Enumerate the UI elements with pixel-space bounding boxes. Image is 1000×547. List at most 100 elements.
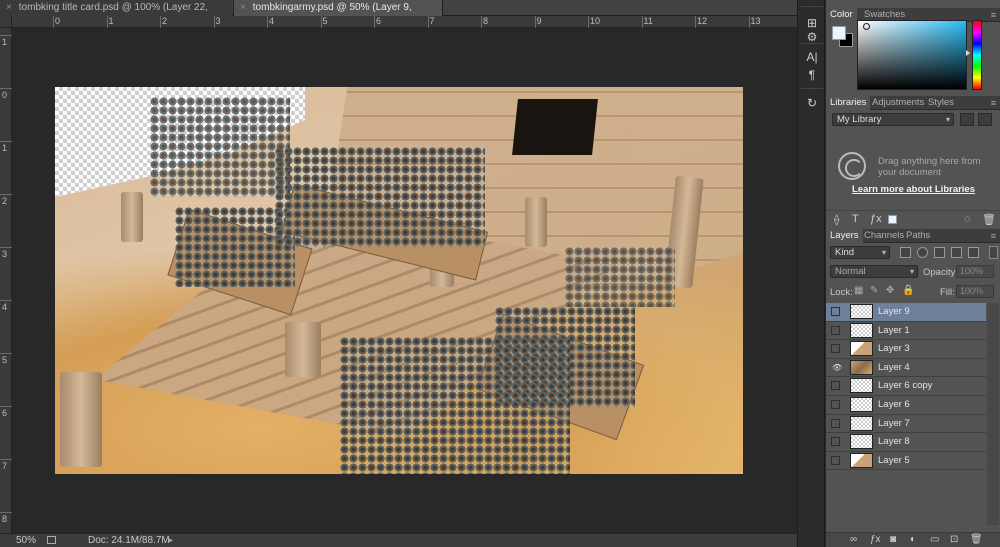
layer-name[interactable]: Layer 4	[878, 362, 910, 373]
layer-thumbnail[interactable]	[850, 415, 873, 431]
layer-thumbnail[interactable]	[850, 434, 873, 450]
layer-row[interactable]: Layer 8	[826, 433, 986, 452]
layer-row[interactable]: Layer 7	[826, 414, 986, 434]
adjustment-layer-icon[interactable]: ◐	[910, 534, 916, 545]
character-icon[interactable]: A|	[803, 48, 821, 66]
pixel-filter-icon[interactable]	[900, 247, 911, 258]
visibility-eye-icon[interactable]: 👁	[831, 363, 842, 372]
close-icon[interactable]: ×	[240, 0, 250, 16]
ruler-label: 4	[2, 302, 8, 312]
add-color-icon[interactable]	[888, 215, 897, 224]
hue-slider[interactable]	[972, 20, 982, 90]
horizontal-ruler[interactable]: 0 1 2 3 4 5 6 7 8 9 10 11 12 13	[12, 16, 797, 28]
shape-filter-icon[interactable]	[951, 247, 962, 258]
canvas-area[interactable]	[12, 29, 797, 533]
layer-name[interactable]: Layer 1	[878, 325, 910, 336]
lock-all-icon[interactable]: 🔒	[902, 285, 914, 296]
paragraph-icon[interactable]: ¶	[803, 66, 821, 84]
tab-color[interactable]: Color	[826, 8, 857, 22]
visibility-eye-icon[interactable]	[831, 437, 840, 447]
layer-name[interactable]: Layer 5	[878, 455, 910, 466]
layer-thumbnail[interactable]	[850, 396, 873, 412]
panel-menu-icon[interactable]: ≡	[991, 10, 996, 20]
tab-libraries[interactable]: Libraries	[826, 96, 871, 110]
lock-transparent-icon[interactable]: ▦	[854, 285, 863, 296]
vertical-ruler[interactable]: 1 0 1 2 3 4 5 6 7 8	[0, 28, 12, 533]
ruler-corner[interactable]	[0, 16, 12, 28]
foreground-color-swatch[interactable]	[832, 26, 846, 40]
tab-paths[interactable]: Paths	[902, 229, 934, 243]
new-group-icon[interactable]: ▭	[930, 534, 939, 545]
layer-row[interactable]: Layer 9	[826, 303, 986, 322]
type-filter-icon[interactable]	[934, 247, 945, 258]
layer-row[interactable]: Layer 3	[826, 340, 986, 359]
layer-thumbnail[interactable]	[850, 341, 873, 357]
trash-icon[interactable]: 🗑	[982, 213, 996, 226]
hue-slider-arrow-icon[interactable]	[966, 50, 970, 56]
layer-name[interactable]: Layer 6	[878, 399, 910, 410]
export-icon[interactable]	[47, 536, 56, 544]
visibility-eye-icon[interactable]	[831, 418, 840, 428]
sync-icon[interactable]: ◌	[964, 213, 971, 225]
tab-channels[interactable]: Channels	[860, 229, 908, 243]
visibility-eye-icon[interactable]	[831, 344, 840, 354]
layer-name[interactable]: Layer 3	[878, 343, 910, 354]
opacity-field[interactable]: 100%	[956, 265, 994, 278]
layer-thumbnail[interactable]	[850, 322, 873, 338]
layer-filter-kind[interactable]: Kind ▾	[830, 246, 890, 259]
panel-menu-icon[interactable]: ≡	[991, 231, 996, 241]
delete-layer-icon[interactable]: 🗑	[970, 534, 983, 545]
color-picker-field[interactable]	[857, 20, 967, 90]
tab-adjustments[interactable]: Adjustments	[868, 96, 928, 110]
panel-menu-icon[interactable]: ≡	[991, 98, 996, 108]
library-select[interactable]: My Library ▾	[832, 113, 954, 126]
visibility-eye-icon[interactable]	[831, 381, 840, 391]
add-text-icon[interactable]: T	[852, 213, 859, 225]
layer-row[interactable]: Layer 5	[826, 451, 986, 471]
ruler-label: 7	[2, 461, 8, 471]
tab-layers[interactable]: Layers	[826, 229, 863, 243]
add-graphic-icon[interactable]: ⟠	[834, 213, 839, 226]
adjustment-filter-icon[interactable]	[917, 247, 928, 258]
grid-view-icon[interactable]	[960, 113, 974, 126]
close-icon[interactable]: ×	[6, 0, 16, 16]
lock-position-icon[interactable]: ✥	[886, 285, 894, 296]
lock-image-icon[interactable]: ✎	[870, 285, 878, 296]
layer-name[interactable]: Layer 6 copy	[878, 380, 932, 391]
tab-styles[interactable]: Styles	[924, 96, 958, 110]
smart-object-filter-icon[interactable]	[968, 247, 979, 258]
list-view-icon[interactable]	[978, 113, 992, 126]
fill-field[interactable]: 100%	[956, 285, 994, 298]
zoom-level[interactable]: 50%	[16, 534, 36, 547]
layer-row[interactable]: Layer 6	[826, 395, 986, 415]
link-layers-icon[interactable]: ∞	[850, 534, 857, 545]
tab-tombkingarmy[interactable]: × tombkingarmy.psd @ 50% (Layer 9, RGB/8…	[233, 0, 443, 29]
layer-row[interactable]: Layer 6 copy	[826, 377, 986, 396]
visibility-eye-icon[interactable]	[831, 399, 840, 409]
layer-name[interactable]: Layer 7	[878, 418, 910, 429]
document-image[interactable]	[55, 87, 743, 474]
layers-scrollbar[interactable]	[987, 303, 999, 525]
layer-thumbnail[interactable]	[850, 378, 873, 394]
layer-name[interactable]: Layer 9	[878, 306, 910, 317]
blend-mode-select[interactable]: Normal ▾	[830, 265, 918, 278]
new-layer-icon[interactable]: ⊡	[950, 534, 958, 545]
add-layer-style-icon[interactable]: ƒx	[870, 213, 882, 225]
layer-thumbnail[interactable]	[850, 359, 873, 375]
layer-row[interactable]: 👁 Layer 4	[826, 358, 986, 378]
visibility-eye-icon[interactable]	[831, 455, 840, 465]
filter-toggle-switch[interactable]	[989, 246, 998, 259]
layer-name[interactable]: Layer 8	[878, 436, 910, 447]
layer-mask-icon[interactable]: ◙	[890, 534, 896, 545]
layer-style-icon[interactable]: ƒx	[870, 534, 881, 545]
learn-more-link[interactable]: Learn more about Libraries	[852, 184, 975, 195]
tab-tombking-title-card[interactable]: × tombking title card.psd @ 100% (Layer …	[0, 0, 232, 29]
layer-thumbnail[interactable]	[850, 452, 873, 468]
layer-row[interactable]: Layer 1	[826, 321, 986, 341]
actions-icon[interactable]: ↻	[803, 94, 821, 112]
status-menu-arrow-icon[interactable]: ▸	[168, 534, 173, 547]
visibility-eye-icon[interactable]	[831, 307, 840, 316]
visibility-eye-icon[interactable]	[831, 325, 840, 335]
layer-thumbnail[interactable]	[850, 304, 873, 319]
color-picker-handle[interactable]	[863, 23, 870, 30]
